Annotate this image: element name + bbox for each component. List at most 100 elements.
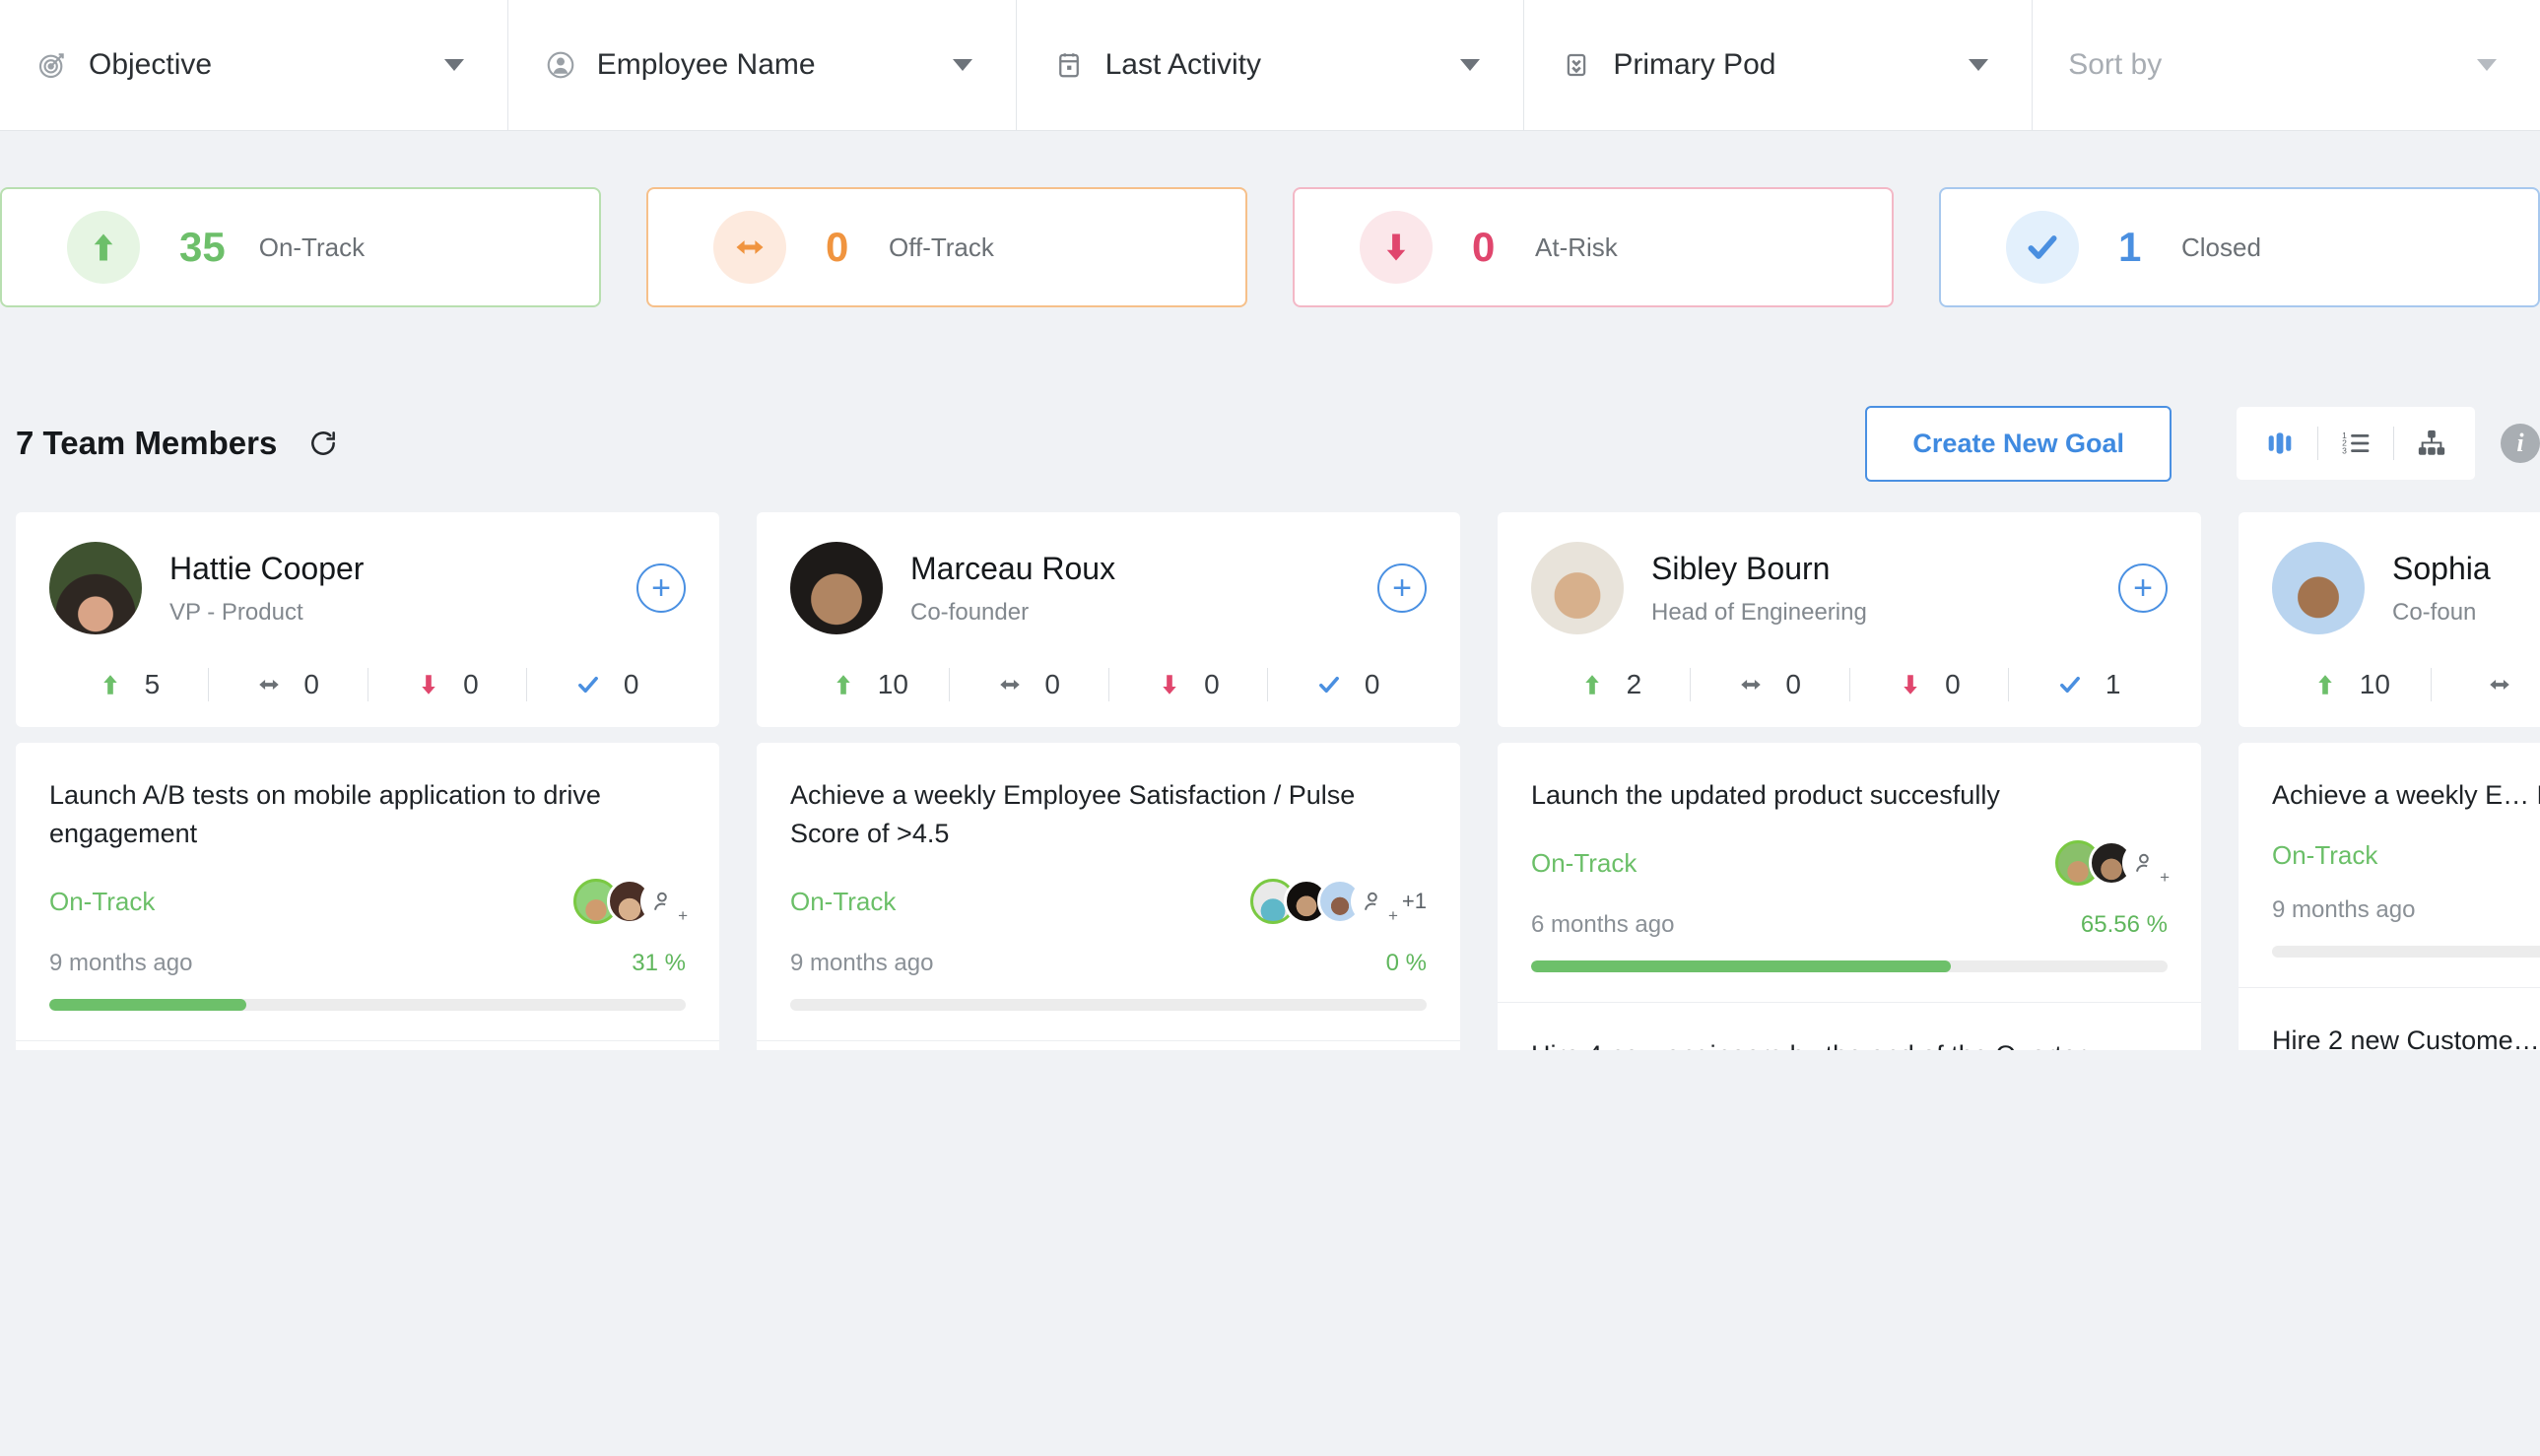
- person-header: Sibley Bourn Head of Engineering +: [1531, 542, 2168, 634]
- avatar: [49, 542, 142, 634]
- stat-value: 2: [1626, 669, 1642, 699]
- pod-icon: [1560, 48, 1593, 82]
- goal-card[interactable]: Achieve a weekly Employee Satisfaction /…: [757, 743, 1460, 1012]
- person-card[interactable]: Hattie Cooper VP - Product + 5 0 0 0: [16, 512, 719, 727]
- goal-progress-bar: [49, 999, 686, 1012]
- chevron-down-icon[interactable]: [952, 59, 972, 71]
- goal-card[interactable]: Generate $1 million in pipeline by end o…: [757, 1041, 1460, 1050]
- goal-footer: 9 months ago: [2272, 896, 2540, 924]
- person-column: Hattie Cooper VP - Product + 5 0 0 0 Lau…: [16, 512, 719, 1050]
- goal-status: On-Track: [49, 886, 156, 916]
- team-members-title: 7 Team Members: [16, 425, 278, 461]
- add-person-icon[interactable]: +: [1350, 879, 1398, 926]
- stat-value: 0: [1044, 669, 1060, 699]
- chevron-down-icon[interactable]: [1969, 59, 1989, 71]
- goal-card[interactable]: Hire 4 new engineers by the end of the Q…: [1498, 1003, 2201, 1050]
- check-icon: [577, 676, 598, 694]
- filter-employee-name[interactable]: Employee Name: [507, 0, 1017, 131]
- target-icon: [35, 48, 69, 82]
- team-board: Hattie Cooper VP - Product + 5 0 0 0 Lau…: [0, 498, 2540, 1050]
- goal-mid-row: On-Track + +1: [790, 879, 1427, 926]
- goal-list: Achieve a weekly Employee Satisfaction /…: [757, 743, 1460, 1050]
- arrow-up-icon: [67, 211, 140, 284]
- goal-card[interactable]: Finalize feature recommendations basis c…: [16, 1041, 719, 1050]
- goal-avatars[interactable]: + +1: [1249, 879, 1427, 926]
- person-meta: Marceau Roux Co-founder: [910, 551, 1377, 627]
- person-stats: 2 0 0 1: [1531, 668, 2168, 727]
- person-card[interactable]: Marceau Roux Co-founder + 10 0 0 0: [757, 512, 1460, 727]
- goal-avatars[interactable]: +: [2055, 840, 2170, 887]
- goal-title: Hire 2 new Custome…: [2272, 1026, 2540, 1050]
- arrow-left-right-icon: [2490, 680, 2509, 690]
- goal-card[interactable]: Achieve a weekly E… Pulse Score of >4.5 …: [2239, 743, 2540, 959]
- person-stats: 10 0 0 0: [790, 668, 1427, 727]
- goal-mid-row: On-Track: [2272, 840, 2540, 871]
- chevron-down-icon[interactable]: [443, 59, 464, 71]
- list-view-button[interactable]: 1 2 3: [2318, 407, 2393, 480]
- goal-card[interactable]: Launch A/B tests on mobile application t…: [16, 743, 719, 1012]
- goal-percent: 31 %: [632, 950, 686, 977]
- filter-sort-by[interactable]: Sort by: [2033, 0, 2540, 131]
- plus-icon: +: [678, 906, 688, 926]
- filter-last-activity[interactable]: Last Activity: [1016, 0, 1525, 131]
- stat-on-track: 10: [790, 669, 949, 700]
- create-new-goal-button[interactable]: Create New Goal: [1865, 405, 2172, 482]
- plus-icon: +: [1387, 906, 1398, 926]
- status-summary-row: 35 On-Track 0 Off-Track 0 At-Risk 1 Clos…: [0, 132, 2540, 388]
- person-column: Sophia Co-foun + 10: [2239, 512, 2540, 1050]
- goal-progress-bar: [1531, 960, 2168, 973]
- add-goal-button[interactable]: +: [2118, 563, 2168, 613]
- arrow-left-right-icon: [1741, 680, 1762, 690]
- status-card-at-risk[interactable]: 0 At-Risk: [1293, 187, 1894, 307]
- stat-off-track: 0: [950, 669, 1108, 700]
- goal-status: On-Track: [1531, 847, 1638, 878]
- arrow-up-icon: [2318, 675, 2332, 695]
- org-chart-view-button[interactable]: [2394, 407, 2469, 480]
- goal-card[interactable]: Hire 2 new Custome… On-Track 9 months ag…: [2239, 988, 2540, 1050]
- person-meta: Hattie Cooper VP - Product: [169, 551, 636, 627]
- stat-value: 10: [877, 669, 908, 699]
- filter-last-activity-label: Last Activity: [1104, 48, 1261, 81]
- add-goal-button[interactable]: +: [1377, 563, 1427, 613]
- person-role: Head of Engineering: [1651, 598, 1867, 626]
- status-card-off-track[interactable]: 0 Off-Track: [646, 187, 1247, 307]
- chevron-down-icon[interactable]: [2476, 59, 2497, 71]
- arrow-up-icon: [102, 675, 117, 695]
- status-card-closed[interactable]: 1 Closed: [1939, 187, 2540, 307]
- status-count-at-risk: 0: [1472, 224, 1496, 270]
- avatar: [1531, 542, 1624, 634]
- goal-avatars[interactable]: +: [573, 879, 688, 926]
- calendar-icon: [1052, 48, 1086, 82]
- arrow-down-icon: [1904, 675, 1917, 695]
- refresh-icon[interactable]: [306, 427, 340, 460]
- goal-footer: 6 months ago 65.56 %: [1531, 911, 2168, 939]
- filter-bar: Objective Employee Name Last Activity Pr…: [0, 0, 2540, 132]
- goal-list: Launch A/B tests on mobile application t…: [16, 743, 719, 1050]
- goal-date: 6 months ago: [1531, 911, 1675, 939]
- stat-value: 5: [144, 669, 161, 699]
- person-meta: Sibley Bourn Head of Engineering: [1651, 551, 2118, 627]
- status-card-on-track[interactable]: 35 On-Track: [0, 187, 601, 307]
- person-card[interactable]: Sibley Bourn Head of Engineering + 2 0 0…: [1498, 512, 2201, 727]
- person-card[interactable]: Sophia Co-foun + 10: [2239, 512, 2540, 727]
- arrow-down-icon: [422, 675, 435, 695]
- stat-at-risk: 0: [1850, 669, 2009, 700]
- status-label-at-risk: At-Risk: [1535, 232, 1618, 262]
- check-icon: [2006, 211, 2079, 284]
- stat-value: 0: [623, 669, 639, 699]
- person-stats: 10: [2272, 668, 2540, 727]
- add-goal-button[interactable]: +: [636, 563, 686, 613]
- avatar: [790, 542, 883, 634]
- person-meta: Sophia Co-foun: [2392, 551, 2540, 627]
- filter-sort-by-label: Sort by: [2068, 48, 2163, 81]
- goal-card[interactable]: Launch the updated product succesfully O…: [1498, 743, 2201, 973]
- info-icon[interactable]: i: [2501, 424, 2540, 463]
- filter-objective[interactable]: Objective: [0, 0, 508, 131]
- add-person-icon[interactable]: +: [2122, 840, 2170, 887]
- goal-progress-fill: [1531, 960, 1952, 973]
- add-person-icon[interactable]: +: [640, 879, 688, 926]
- kanban-view-button[interactable]: [2242, 407, 2317, 480]
- chevron-down-icon[interactable]: [1460, 59, 1481, 71]
- filter-primary-pod[interactable]: Primary Pod: [1524, 0, 2034, 131]
- goal-title: Achieve a weekly Employee Satisfaction /…: [790, 780, 1356, 849]
